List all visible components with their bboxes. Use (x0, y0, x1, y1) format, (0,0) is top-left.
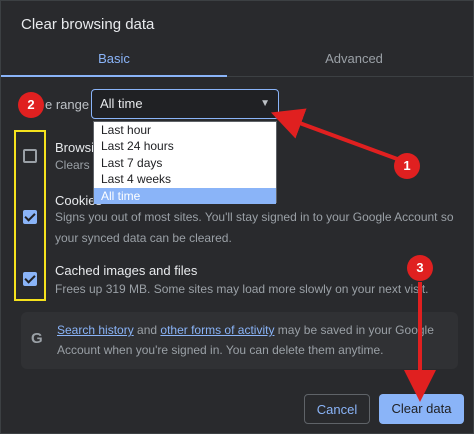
time-range-dropdown: Last hour Last 24 hours Last 7 days Last… (93, 121, 277, 204)
option-last-7-days[interactable]: Last 7 days (94, 155, 276, 171)
info-line1-rest: may be saved in your Google (274, 323, 434, 337)
annotation-badge-1: 1 (394, 153, 420, 179)
search-history-link[interactable]: Search history (57, 323, 134, 337)
cookies-desc: Signs you out of most sites. You'll stay… (55, 210, 454, 224)
time-range-label: e range (45, 97, 90, 112)
google-icon: G (31, 330, 43, 347)
option-last-4-weeks[interactable]: Last 4 weeks (94, 171, 276, 187)
chevron-down-icon: ▼ (260, 98, 270, 109)
clear-data-button[interactable]: Clear data (379, 394, 464, 424)
clear-browsing-data-dialog: Clear browsing data Basic Advanced e ran… (0, 0, 474, 434)
option-last-hour[interactable]: Last hour (94, 122, 276, 138)
info-and: and (133, 323, 161, 337)
option-all-time[interactable]: All time (94, 187, 276, 204)
annotation-badge-2: 2 (18, 92, 44, 118)
cached-images-title: Cached images and files (55, 263, 198, 278)
cached-images-desc: Frees up 319 MB. Some sites may load mor… (55, 282, 429, 296)
browsing-history-desc: Clears l (55, 158, 96, 172)
tab-advanced[interactable]: Advanced (241, 43, 467, 77)
other-activity-link[interactable]: other forms of activity (160, 323, 274, 337)
activity-info-box: G Search history and other forms of acti… (21, 312, 458, 369)
annotation-badge-3: 3 (407, 255, 433, 281)
tab-bar: Basic Advanced (1, 43, 474, 77)
checkbox-highlight-box (14, 130, 46, 301)
info-line2: Account when you're signed in. You can d… (57, 343, 384, 357)
tab-basic[interactable]: Basic (1, 43, 227, 77)
dialog-title: Clear browsing data (21, 16, 155, 33)
option-last-24-hours[interactable]: Last 24 hours (94, 138, 276, 154)
time-range-selected-value: All time (100, 96, 143, 111)
cancel-button[interactable]: Cancel (304, 394, 370, 424)
cookies-desc-line2: your synced data can be cleared. (55, 231, 232, 245)
activity-info-text: Search history and other forms of activi… (57, 320, 452, 360)
time-range-select[interactable]: All time ▼ (91, 89, 279, 119)
